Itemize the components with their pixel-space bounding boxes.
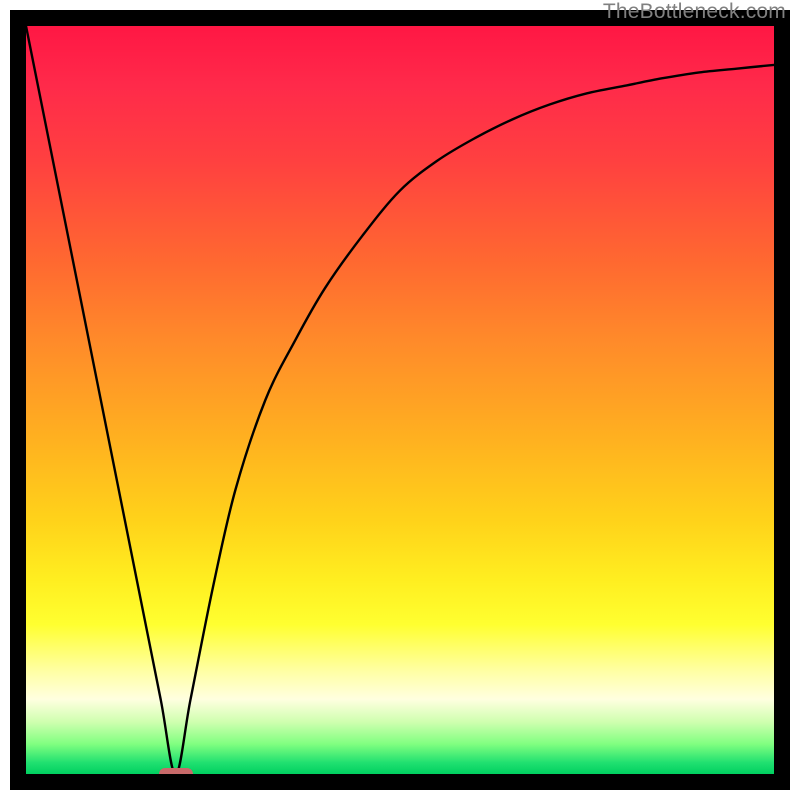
optimal-marker [159, 768, 193, 774]
curve-svg [26, 26, 774, 774]
bottleneck-curve [26, 26, 774, 774]
chart-frame [10, 10, 790, 790]
plot-area [26, 26, 774, 774]
watermark-text: TheBottleneck.com [603, 0, 786, 24]
